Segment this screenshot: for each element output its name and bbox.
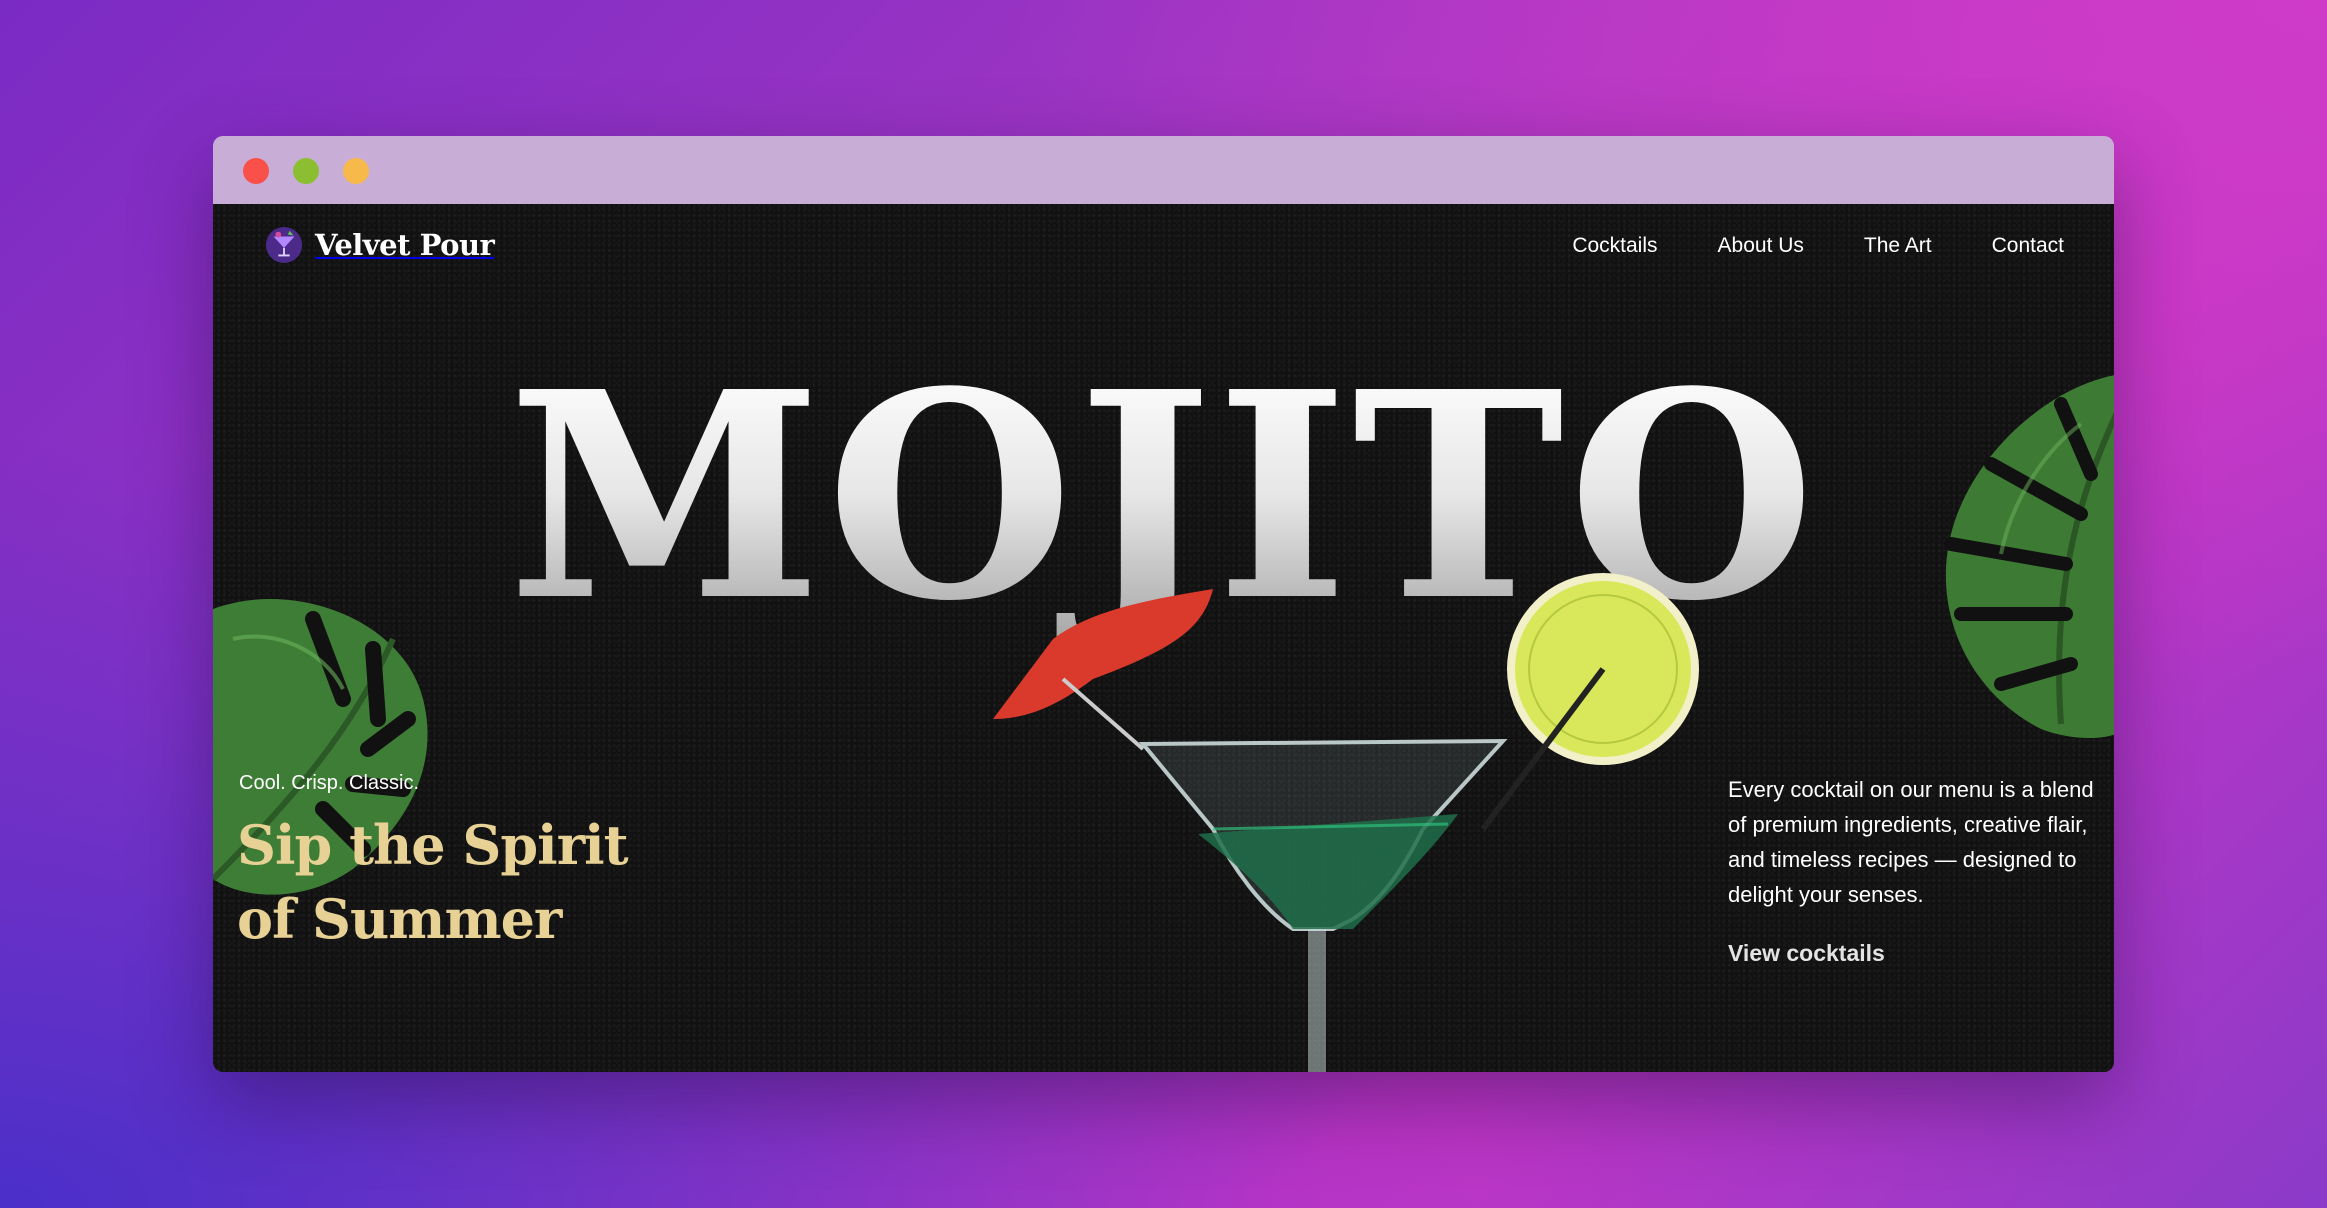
cocktail-glass-icon [265, 226, 303, 264]
landing-page: Velvet Pour Cocktails About Us The Art C… [213, 204, 2114, 1072]
window-titlebar [213, 136, 2114, 204]
close-window-button[interactable] [243, 158, 269, 184]
cocktail-umbrella [993, 589, 1213, 719]
browser-window: Velvet Pour Cocktails About Us The Art C… [213, 136, 2114, 1072]
cocktail-glass-illustration [993, 573, 1699, 1072]
nav-link-the-art[interactable]: The Art [1864, 234, 1932, 258]
view-cocktails-link[interactable]: View cocktails [1728, 940, 1885, 967]
nav-link-contact[interactable]: Contact [1992, 234, 2064, 258]
hero-tagline: Cool. Crisp. Classic. [239, 772, 420, 794]
hero-headline: Sip the Spirit of Summer [237, 813, 629, 951]
main-navigation: Cocktails About Us The Art Contact [1572, 234, 2064, 258]
brand-logo-link[interactable]: Velvet Pour [265, 226, 495, 264]
minimize-window-button[interactable] [293, 158, 319, 184]
nav-link-cocktails[interactable]: Cocktails [1572, 234, 1657, 258]
brand-name: Velvet Pour [315, 228, 495, 262]
nav-link-about-us[interactable]: About Us [1718, 234, 1804, 258]
maximize-window-button[interactable] [343, 158, 369, 184]
hero-description: Every cocktail on our menu is a blend of… [1728, 777, 2094, 907]
